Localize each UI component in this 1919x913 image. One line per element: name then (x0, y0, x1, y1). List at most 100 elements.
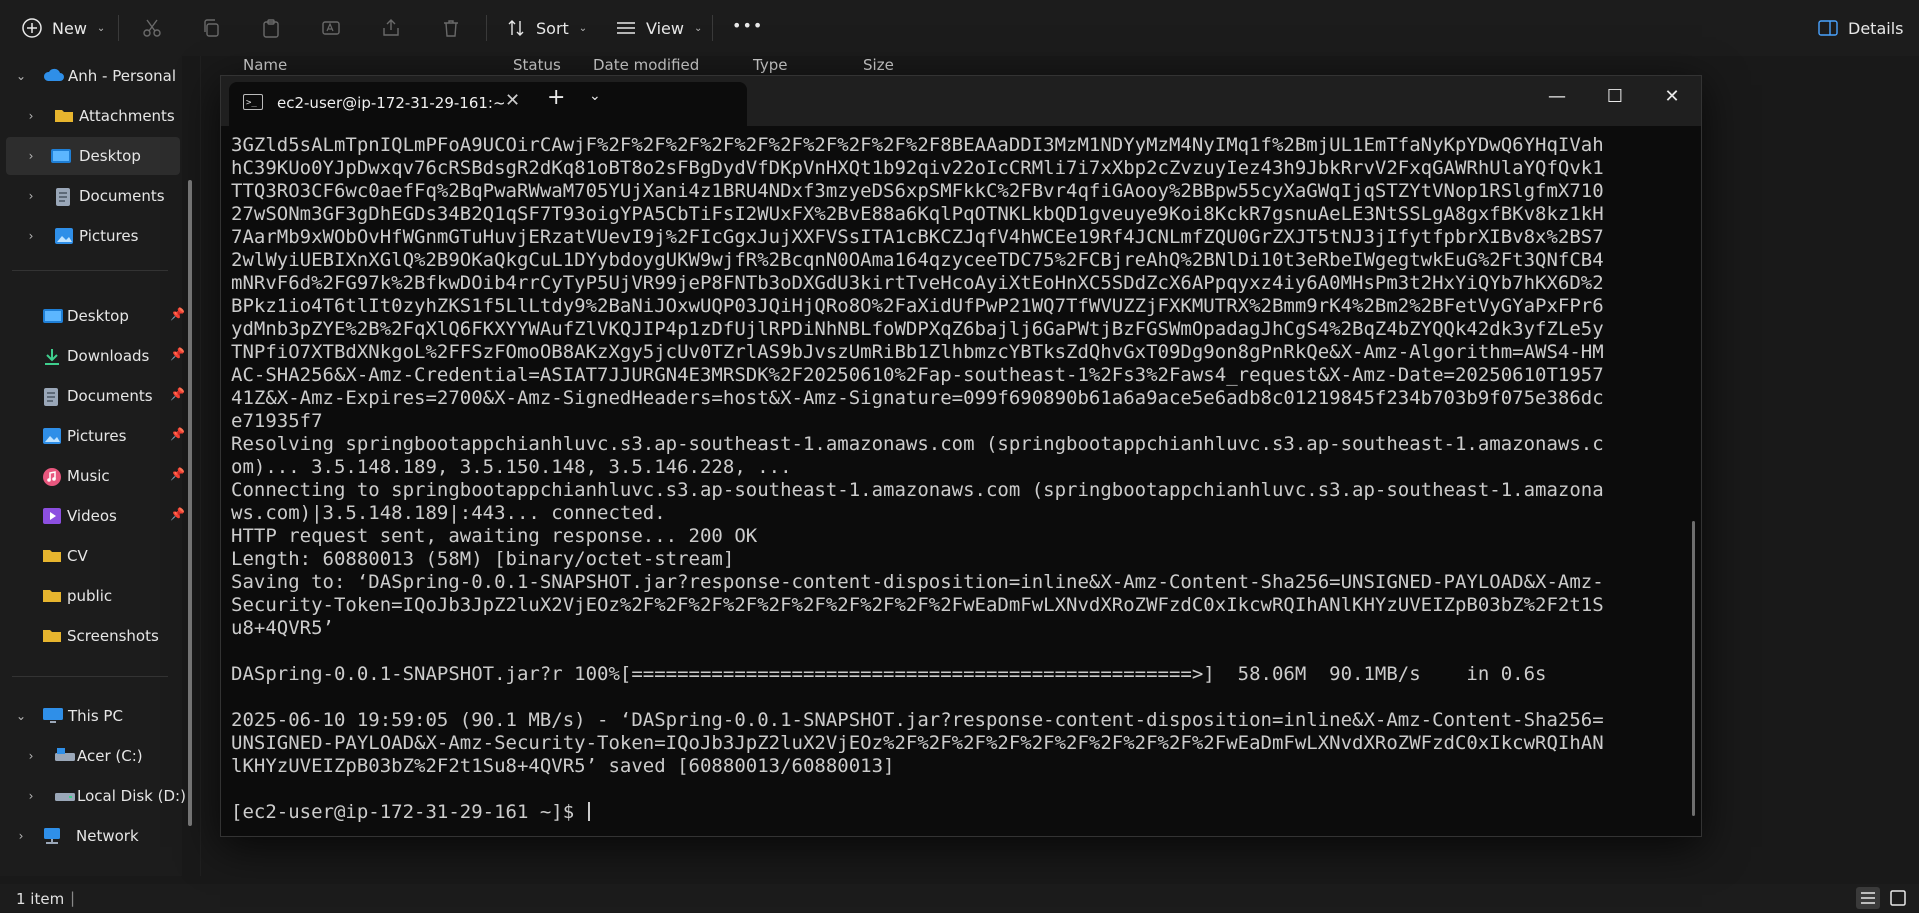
toolbar-divider (712, 15, 713, 41)
sidebar-item-label: Documents (79, 187, 165, 205)
quick-access-label: Desktop (67, 307, 129, 325)
pin-icon[interactable]: 📌 (170, 347, 185, 361)
documents-icon (54, 187, 74, 206)
sidebar-item-attachments[interactable]: › Attachments (10, 97, 180, 135)
download-icon (42, 347, 62, 365)
view-button[interactable]: View ⌄ (614, 16, 702, 40)
chevron-right-icon[interactable]: › (24, 749, 38, 763)
chevron-down-icon[interactable]: ⌄ (14, 69, 28, 83)
toolbar-divider (486, 15, 487, 41)
quick-access-videos[interactable]: Videos 📌 (10, 497, 185, 535)
cut-icon[interactable] (140, 16, 164, 40)
paste-icon[interactable] (259, 16, 283, 40)
terminal-line: Saving to: ‘DASpring-0.0.1-SNAPSHOT.jar?… (231, 571, 1604, 593)
sidebar-item-onedrive[interactable]: ⌄ Anh - Personal (10, 57, 180, 95)
share-icon[interactable] (379, 16, 403, 40)
terminal-line: Security-Token=IQoJb3JpZ2luX2VjEOz%2F%2F… (231, 594, 1604, 616)
sidebar-item-desktop[interactable]: › Desktop (6, 137, 180, 175)
pin-icon[interactable]: 📌 (170, 507, 185, 521)
network-icon (42, 827, 62, 845)
chevron-right-icon[interactable]: › (24, 229, 38, 243)
pin-icon[interactable]: 📌 (170, 387, 185, 401)
navigation-pane: ⌄ Anh - Personal › Attachments › Desktop… (0, 56, 186, 876)
sidebar-item-label: Acer (C:) (77, 747, 143, 765)
copy-icon[interactable] (199, 16, 223, 40)
tiles-view-icon[interactable] (1886, 887, 1910, 909)
videos-icon (42, 507, 62, 525)
terminal-line: HTTP request sent, awaiting response... … (231, 525, 758, 547)
rename-icon[interactable] (319, 16, 343, 40)
terminal-line: mNRvF6d%2FG97k%2BfkwDOib4rrCyTyP5UjVR99j… (231, 272, 1604, 294)
status-bar: 1 item | (0, 884, 1919, 912)
terminal-titlebar[interactable]: >_ ec2-user@ip-172-31-29-161:~ ✕ + ⌄ — ☐… (221, 76, 1701, 126)
quick-access-label: Documents (67, 387, 153, 405)
terminal-output[interactable]: 3GZld5sALmTpnIQLmPFoA9UCOirCAwjF%2F%2F%2… (231, 134, 1671, 824)
minimize-icon[interactable]: — (1542, 86, 1572, 107)
quick-access-public[interactable]: public (10, 577, 180, 615)
sort-icon (504, 16, 528, 40)
sidebar-item-drive-d[interactable]: › Local Disk (D:) (10, 777, 186, 815)
sidebar-item-pictures[interactable]: › Pictures (10, 217, 180, 255)
music-icon (42, 467, 62, 486)
terminal-icon: >_ (243, 94, 263, 110)
quick-access-label: Downloads (67, 347, 150, 365)
details-view-icon[interactable] (1856, 887, 1880, 909)
chevron-down-icon[interactable]: ⌄ (14, 709, 28, 723)
terminal-line: 7AarMb9xWObOvHfWGnmGTuHuvjERzatVUevI9j%2… (231, 226, 1604, 248)
sidebar-item-documents[interactable]: › Documents (10, 177, 180, 215)
close-tab-icon[interactable]: ✕ (505, 90, 520, 111)
pin-icon[interactable]: 📌 (170, 307, 185, 321)
pin-icon[interactable]: 📌 (170, 467, 185, 481)
plus-circle-icon (20, 16, 44, 40)
chevron-right-icon[interactable]: › (24, 109, 38, 123)
sidebar-scrollbar[interactable] (188, 180, 192, 826)
delete-icon[interactable] (439, 16, 463, 40)
sort-button[interactable]: Sort ⌄ (504, 16, 587, 40)
sidebar-item-network[interactable]: › Network (10, 817, 180, 855)
quick-access-downloads[interactable]: Downloads 📌 (10, 337, 185, 375)
chevron-down-icon: ⌄ (693, 22, 703, 34)
details-button[interactable]: Details (1816, 16, 1903, 40)
sidebar-item-drive-c[interactable]: › Acer (C:) (10, 737, 180, 775)
maximize-icon[interactable]: ☐ (1600, 86, 1630, 107)
terminal-scrollbar[interactable] (1692, 521, 1695, 816)
quick-access-documents[interactable]: Documents 📌 (10, 377, 185, 415)
pin-icon[interactable]: 📌 (170, 427, 185, 441)
sidebar-item-this-pc[interactable]: ⌄ This PC (10, 697, 180, 735)
new-tab-icon[interactable]: + (547, 85, 565, 110)
terminal-line: Length: 60880013 (58M) [binary/octet-str… (231, 548, 735, 570)
sidebar-item-label: Desktop (79, 147, 141, 165)
chevron-right-icon[interactable]: › (24, 149, 38, 163)
quick-access-pictures[interactable]: Pictures 📌 (10, 417, 185, 455)
quick-access-label: Pictures (67, 427, 127, 445)
quick-access-cv[interactable]: CV (10, 537, 180, 575)
tab-dropdown-icon[interactable]: ⌄ (589, 88, 601, 104)
terminal-line: [ec2-user@ip-172-31-29-161 ~]$ (231, 801, 1671, 824)
quick-access-music[interactable]: Music 📌 (10, 457, 185, 495)
new-button[interactable]: New ⌄ (20, 16, 105, 40)
close-window-icon[interactable]: ✕ (1657, 86, 1687, 107)
folder-icon (54, 107, 74, 125)
desktop-icon (42, 307, 63, 325)
quick-access-screenshots[interactable]: Screenshots (10, 617, 180, 655)
terminal-cursor (587, 802, 590, 821)
sidebar-item-label: Network (76, 827, 139, 845)
terminal-line: 41Z&X-Amz-Expires=2700&X-Amz-SignedHeade… (231, 387, 1604, 409)
terminal-line: TTQ3RO3CF6wc0aefFq%2BqPwaRWwaM705YUjXani… (231, 180, 1604, 202)
terminal-window[interactable]: >_ ec2-user@ip-172-31-29-161:~ ✕ + ⌄ — ☐… (220, 75, 1702, 837)
chevron-right-icon[interactable]: › (24, 789, 38, 803)
terminal-line: BPkz1io4T6tlIt0zyhZKS1f5LlLtdy9%2BaNiJOx… (231, 295, 1604, 317)
status-separator: | (70, 889, 76, 907)
quick-access-label: public (67, 587, 113, 605)
pane-divider (200, 56, 201, 876)
terminal-line: lKHYzUVEIZpB03bZ%2F2t1Su8+4QVR5’ saved [… (231, 755, 895, 777)
tab-title: ec2-user@ip-172-31-29-161:~ (277, 94, 506, 112)
chevron-right-icon[interactable]: › (14, 829, 28, 843)
more-options-button[interactable]: ••• (732, 16, 763, 35)
quick-access-desktop[interactable]: Desktop 📌 (10, 297, 185, 335)
details-label: Details (1848, 18, 1904, 38)
terminal-tab[interactable]: >_ ec2-user@ip-172-31-29-161:~ ✕ (229, 82, 747, 126)
chevron-right-icon[interactable]: › (24, 189, 38, 203)
